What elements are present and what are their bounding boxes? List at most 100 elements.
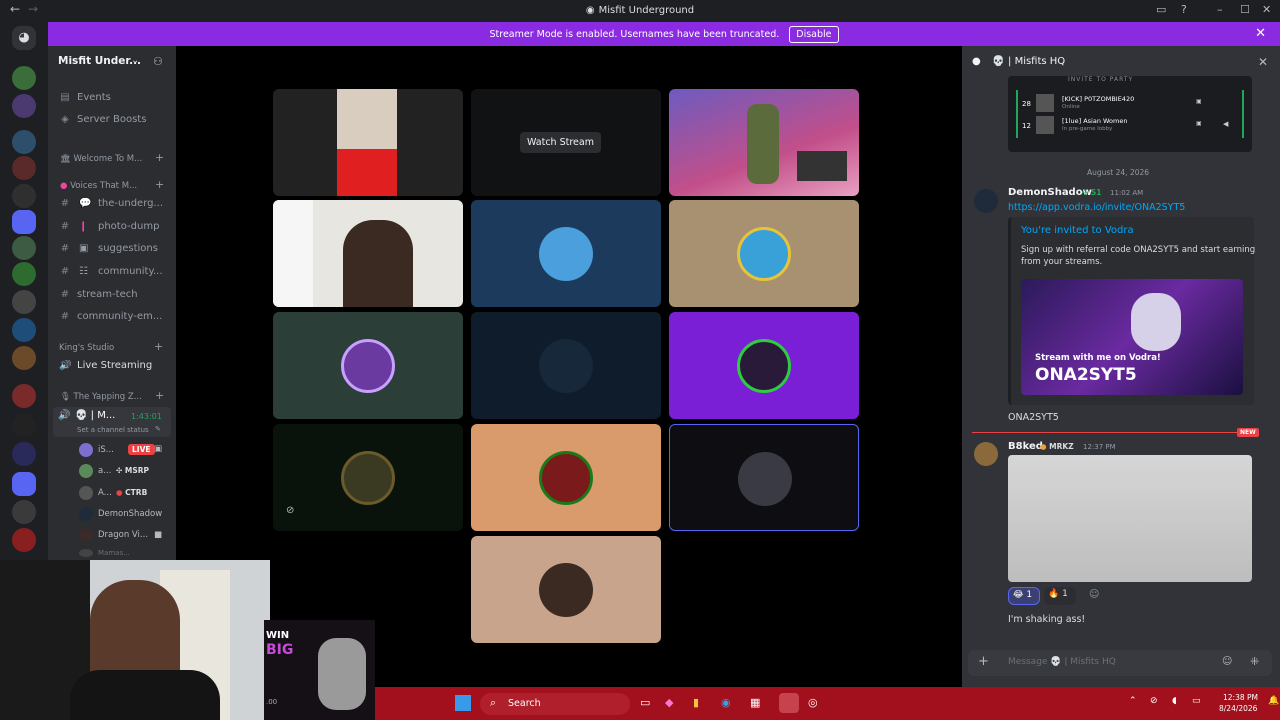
server-icon[interactable] (12, 346, 36, 370)
server-icon[interactable] (12, 318, 36, 342)
folder-icon[interactable] (12, 210, 36, 234)
server-icon[interactable] (12, 66, 36, 90)
server-icon[interactable] (12, 442, 36, 466)
events-item[interactable]: ▤ Events (48, 92, 176, 106)
channel-item[interactable]: # 💬 the-underg... (48, 198, 176, 212)
add-channel-icon[interactable]: + (155, 178, 164, 191)
store-icon[interactable]: ▦ (750, 696, 760, 709)
server-icon[interactable] (12, 528, 36, 552)
video-tile[interactable] (273, 89, 463, 196)
app-icon[interactable]: ◆ (665, 696, 673, 709)
add-channel-icon[interactable]: + (155, 151, 164, 164)
channel-item[interactable]: # community-em... (48, 311, 176, 325)
embed-title[interactable]: You're invited to Vodra (1021, 225, 1134, 236)
taskbar-time[interactable]: 12:38 PM (1223, 693, 1258, 702)
server-icon[interactable] (12, 290, 36, 314)
channel-item[interactable]: # ☷ community... (48, 266, 176, 280)
server-icon[interactable] (12, 414, 36, 438)
battery-icon[interactable]: ▭ (1192, 696, 1201, 706)
obs-icon[interactable]: ◎ (808, 696, 818, 709)
user-tile[interactable] (471, 536, 661, 643)
user-tile[interactable] (471, 200, 661, 307)
category-welcome[interactable]: 🏛 Welcome To M... + (60, 151, 164, 164)
pencil-icon[interactable]: ✎ (155, 425, 161, 433)
embed-image[interactable]: Stream with me on Vodra! ONA2SYT5 (1021, 279, 1243, 395)
channel-item[interactable]: # stream-tech (48, 289, 176, 303)
emoji-icon[interactable]: ☺ (1222, 656, 1232, 667)
voice-user-name[interactable]: Mamas... (98, 549, 130, 557)
message-author[interactable]: B8ked (1008, 441, 1043, 452)
reaction-fire[interactable]: 🔥 1 (1044, 587, 1076, 605)
server-icon[interactable] (12, 384, 36, 408)
channel-status[interactable]: Set a channel status (77, 426, 149, 434)
close-banner-icon[interactable]: ✕ (1255, 26, 1266, 41)
server-icon[interactable] (12, 500, 36, 524)
category-yapping[interactable]: 🎙 The Yapping Z... + (60, 389, 164, 402)
voice-user-name[interactable]: iS... (98, 445, 114, 455)
invite-link[interactable]: https://app.vodra.io/invite/ONA2SYT5 (1008, 202, 1185, 213)
inbox-icon[interactable]: ▭ (1156, 3, 1166, 16)
server-icon[interactable] (12, 262, 36, 286)
channel-item[interactable]: # ❙ photo-dump (48, 221, 176, 235)
active-voice-channel[interactable]: 🔊 💀 | M... 1:43:01 Set a channel status … (53, 407, 171, 437)
live-streaming-channel[interactable]: 🔊 Live Streaming (48, 360, 176, 374)
channel-item[interactable]: # ▣ suggestions (48, 243, 176, 257)
apps-icon[interactable]: ⁜ (1250, 655, 1259, 668)
discord-home-icon[interactable]: ◕ (12, 26, 36, 50)
server-icon[interactable] (12, 236, 36, 260)
reaction-laugh[interactable]: 😂 1 (1008, 587, 1040, 605)
voice-user-name[interactable]: a... (98, 466, 111, 476)
edge-icon[interactable]: ◉ (721, 696, 731, 709)
server-icon[interactable] (12, 94, 36, 118)
help-icon[interactable]: ? (1181, 3, 1187, 16)
stream-tile[interactable]: Watch Stream (471, 89, 661, 196)
add-channel-icon[interactable]: + (154, 340, 163, 353)
taskbar-search[interactable]: ⌕ Search (480, 693, 630, 715)
category-voices[interactable]: ● Voices That M... + (60, 178, 164, 191)
message-author[interactable]: DemonShadow (1008, 187, 1092, 198)
minimize-icon[interactable]: – (1217, 3, 1223, 16)
video-tile[interactable] (273, 200, 463, 307)
folder-icon[interactable] (12, 472, 36, 496)
server-icon[interactable] (12, 130, 36, 154)
avatar[interactable] (974, 442, 998, 466)
close-window-icon[interactable]: ✕ (1262, 3, 1271, 16)
server-icon[interactable] (12, 156, 36, 180)
user-tile[interactable] (273, 312, 463, 419)
voice-user-name[interactable]: Dragon Vi... (98, 530, 148, 540)
user-tile[interactable] (471, 312, 661, 419)
watch-stream-button[interactable]: Watch Stream (520, 132, 601, 153)
invite-people-icon[interactable]: ⚇ (153, 55, 163, 68)
server-name[interactable]: Misfit Under... (58, 55, 141, 67)
task-view-icon[interactable]: ▭ (640, 696, 650, 709)
user-tile[interactable] (669, 424, 859, 531)
file-explorer-icon[interactable]: ▮ (693, 696, 699, 709)
message-input[interactable]: Message 💀 | Misfits HQ (1008, 657, 1116, 667)
user-tile[interactable] (669, 312, 859, 419)
category-kings-studio[interactable]: King's Studio + (59, 340, 163, 353)
maximize-icon[interactable]: ☐ (1240, 3, 1250, 16)
add-reaction-icon[interactable]: ☺ (1089, 589, 1099, 600)
message-image[interactable] (1008, 455, 1252, 582)
start-icon[interactable] (455, 695, 471, 711)
game-stream-tile[interactable] (669, 89, 859, 196)
discord-taskbar-icon[interactable] (779, 693, 799, 713)
chevron-up-icon[interactable]: ⌃ (1129, 696, 1137, 706)
network-icon[interactable]: ⊘ (1150, 696, 1158, 706)
user-tile[interactable] (669, 200, 859, 307)
avatar[interactable] (974, 189, 998, 213)
user-tile[interactable]: ⊘ (273, 424, 463, 531)
close-icon[interactable]: ✕ (1258, 55, 1268, 69)
add-channel-icon[interactable]: + (155, 389, 164, 402)
disable-button[interactable]: Disable (789, 25, 839, 43)
user-tile[interactable] (471, 424, 661, 531)
attach-plus-icon[interactable]: + (978, 654, 989, 669)
taskbar-date[interactable]: 8/24/2026 (1219, 704, 1257, 713)
voice-user-name[interactable]: A... (98, 488, 112, 498)
volume-icon[interactable]: ◖ (1172, 696, 1177, 706)
server-icon[interactable] (12, 184, 36, 208)
chevron-down-icon[interactable]: ⌄ (131, 55, 139, 66)
voice-user-name[interactable]: DemonShadow (98, 509, 162, 519)
notification-bell-icon[interactable]: 🔔 (1268, 696, 1279, 706)
server-boosts-item[interactable]: ◈ Server Boosts (48, 114, 176, 128)
